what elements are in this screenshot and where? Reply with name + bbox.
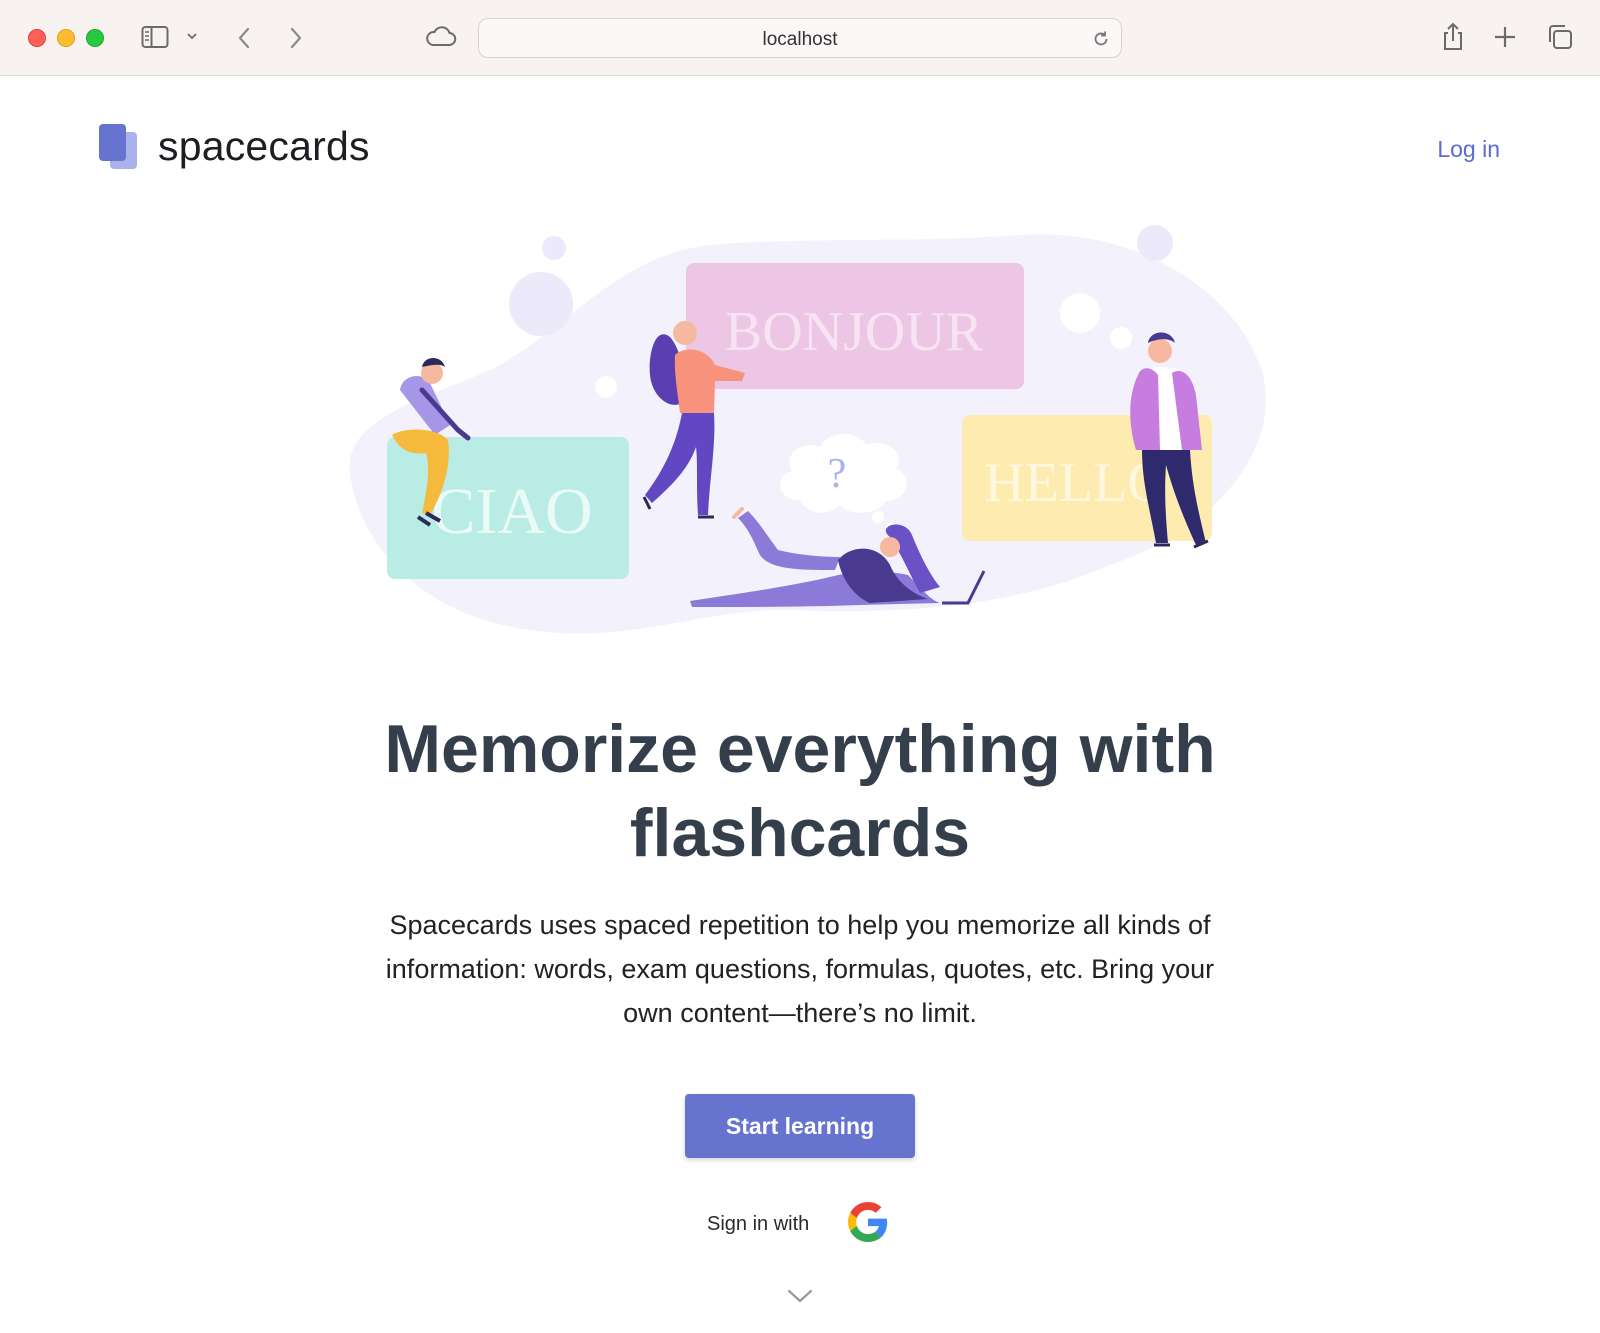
- browser-toolbar: localhost: [0, 0, 1600, 76]
- bubble-decoration: [1137, 225, 1173, 261]
- thought-question-mark: ?: [828, 451, 847, 497]
- new-tab-icon[interactable]: [1493, 25, 1517, 49]
- page-content: spacecards Log in BONJOUR CIAO HELLO ? M…: [0, 77, 1600, 1333]
- flashcard-hello-text: HELLO: [984, 452, 1168, 514]
- headline-line-1: Memorize everything with: [384, 711, 1216, 787]
- browser-window: localhost spacecards Log in BONJOUR CIAO…: [0, 0, 1600, 1333]
- google-icon[interactable]: [848, 1202, 888, 1242]
- address-bar[interactable]: localhost: [478, 18, 1122, 58]
- flashcard-bonjour-text: BONJOUR: [725, 301, 984, 363]
- description: Spacecards uses spaced repetition to hel…: [330, 903, 1270, 1035]
- bubble-decoration: [542, 236, 566, 260]
- close-window-button[interactable]: [28, 29, 46, 47]
- reload-icon[interactable]: [1091, 29, 1111, 49]
- headline-line-2: flashcards: [629, 795, 971, 871]
- start-learning-button[interactable]: Start learning: [685, 1094, 915, 1158]
- share-icon[interactable]: [1440, 22, 1466, 52]
- hero-illustration: BONJOUR CIAO HELLO ?: [349, 225, 1266, 634]
- headline: Memorize everything with flashcards: [0, 707, 1600, 875]
- bubble-decoration: [509, 272, 573, 336]
- forward-icon[interactable]: [288, 26, 304, 50]
- description-line-3: own content—there’s no limit.: [623, 998, 977, 1028]
- spacecards-logo-icon: [99, 124, 137, 169]
- brand-name: spacecards: [158, 123, 370, 169]
- chevron-down-icon[interactable]: [186, 31, 198, 41]
- bubble-decoration: [1060, 293, 1100, 333]
- sidebar-icon[interactable]: [141, 25, 169, 49]
- login-link[interactable]: Log in: [1437, 136, 1500, 163]
- bubble-decoration: [595, 376, 617, 398]
- sign-in-label: Sign in with: [707, 1213, 810, 1235]
- minimize-window-button[interactable]: [57, 29, 75, 47]
- zoom-window-button[interactable]: [86, 29, 104, 47]
- tab-overview-icon[interactable]: [1546, 23, 1574, 51]
- bubble-decoration: [1110, 327, 1132, 349]
- url-text: localhost: [762, 29, 838, 50]
- thought-bubble: [872, 511, 884, 523]
- description-line-1: Spacecards uses spaced repetition to hel…: [389, 910, 1211, 940]
- icloud-icon[interactable]: [425, 25, 457, 49]
- flashcard-ciao-text: CIAO: [431, 475, 592, 548]
- back-icon[interactable]: [236, 26, 252, 50]
- description-line-2: information: words, exam questions, form…: [385, 954, 1215, 984]
- scroll-down-chevron-icon[interactable]: [786, 1287, 814, 1305]
